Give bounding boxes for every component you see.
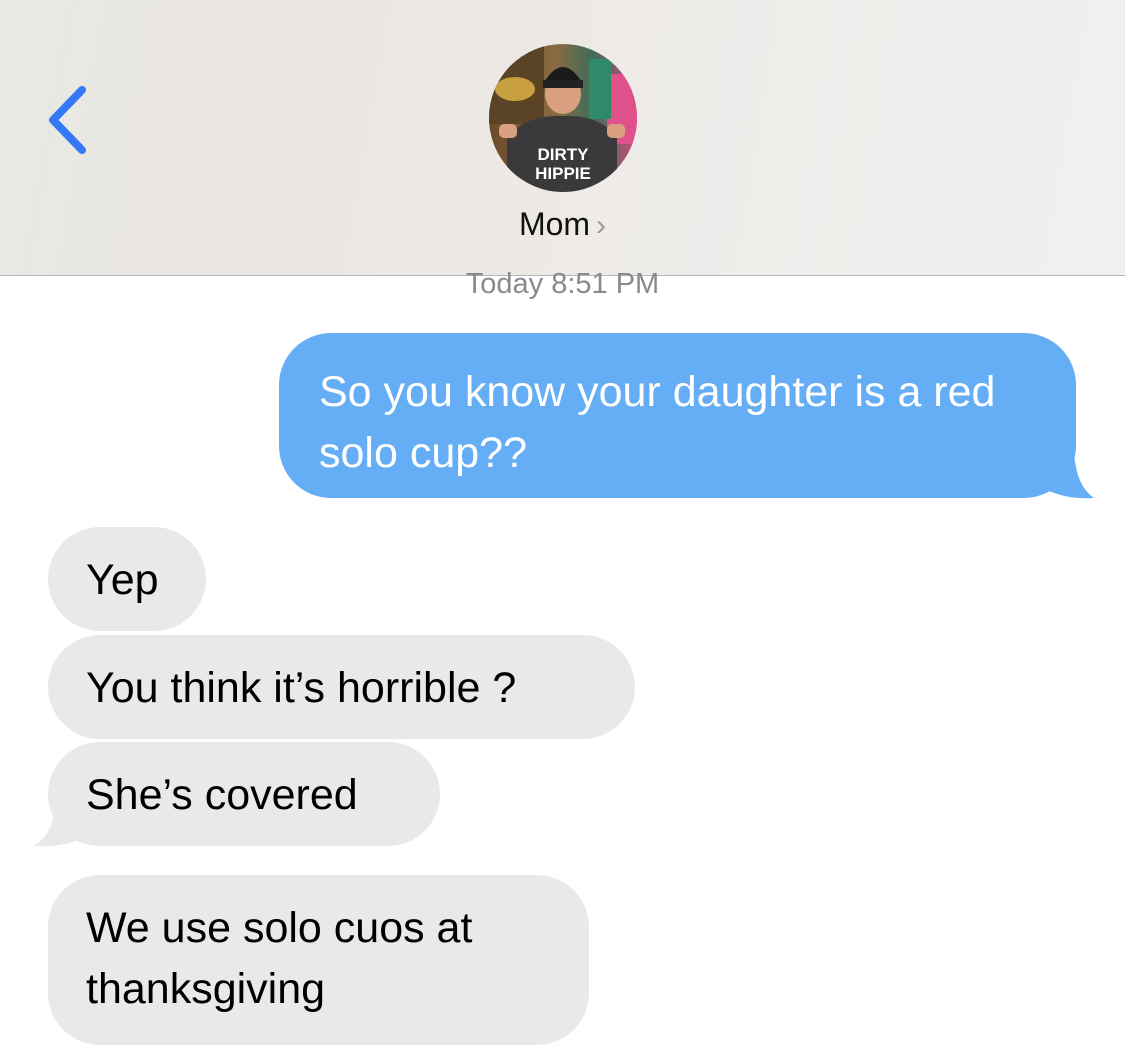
sent-message-bubble[interactable]: So you know your daughter is a red solo … — [279, 333, 1076, 498]
message-timestamp: Today 8:51 PM — [465, 268, 660, 300]
contact-avatar[interactable]: DIRTY HIPPIE — [489, 44, 637, 192]
shirt-text-line1: DIRTY — [538, 145, 590, 164]
received-message-bubble[interactable]: We use solo cuos at thanksgiving — [48, 875, 589, 1045]
chevron-left-icon — [49, 86, 86, 154]
conversation-header: DIRTY HIPPIE Mom › — [0, 0, 1125, 276]
chevron-right-icon: › — [596, 209, 607, 242]
received-message-bubble[interactable]: You think it’s horrible ? — [48, 635, 635, 739]
shirt-text-line2: HIPPIE — [535, 164, 591, 183]
contact-name-label: Mom — [518, 206, 591, 242]
contact-name-button[interactable]: Mom › — [0, 206, 1125, 243]
received-message-bubble[interactable]: Yep — [48, 527, 206, 631]
received-message-bubble[interactable]: She’s covered — [48, 742, 440, 846]
back-button[interactable] — [38, 78, 108, 162]
